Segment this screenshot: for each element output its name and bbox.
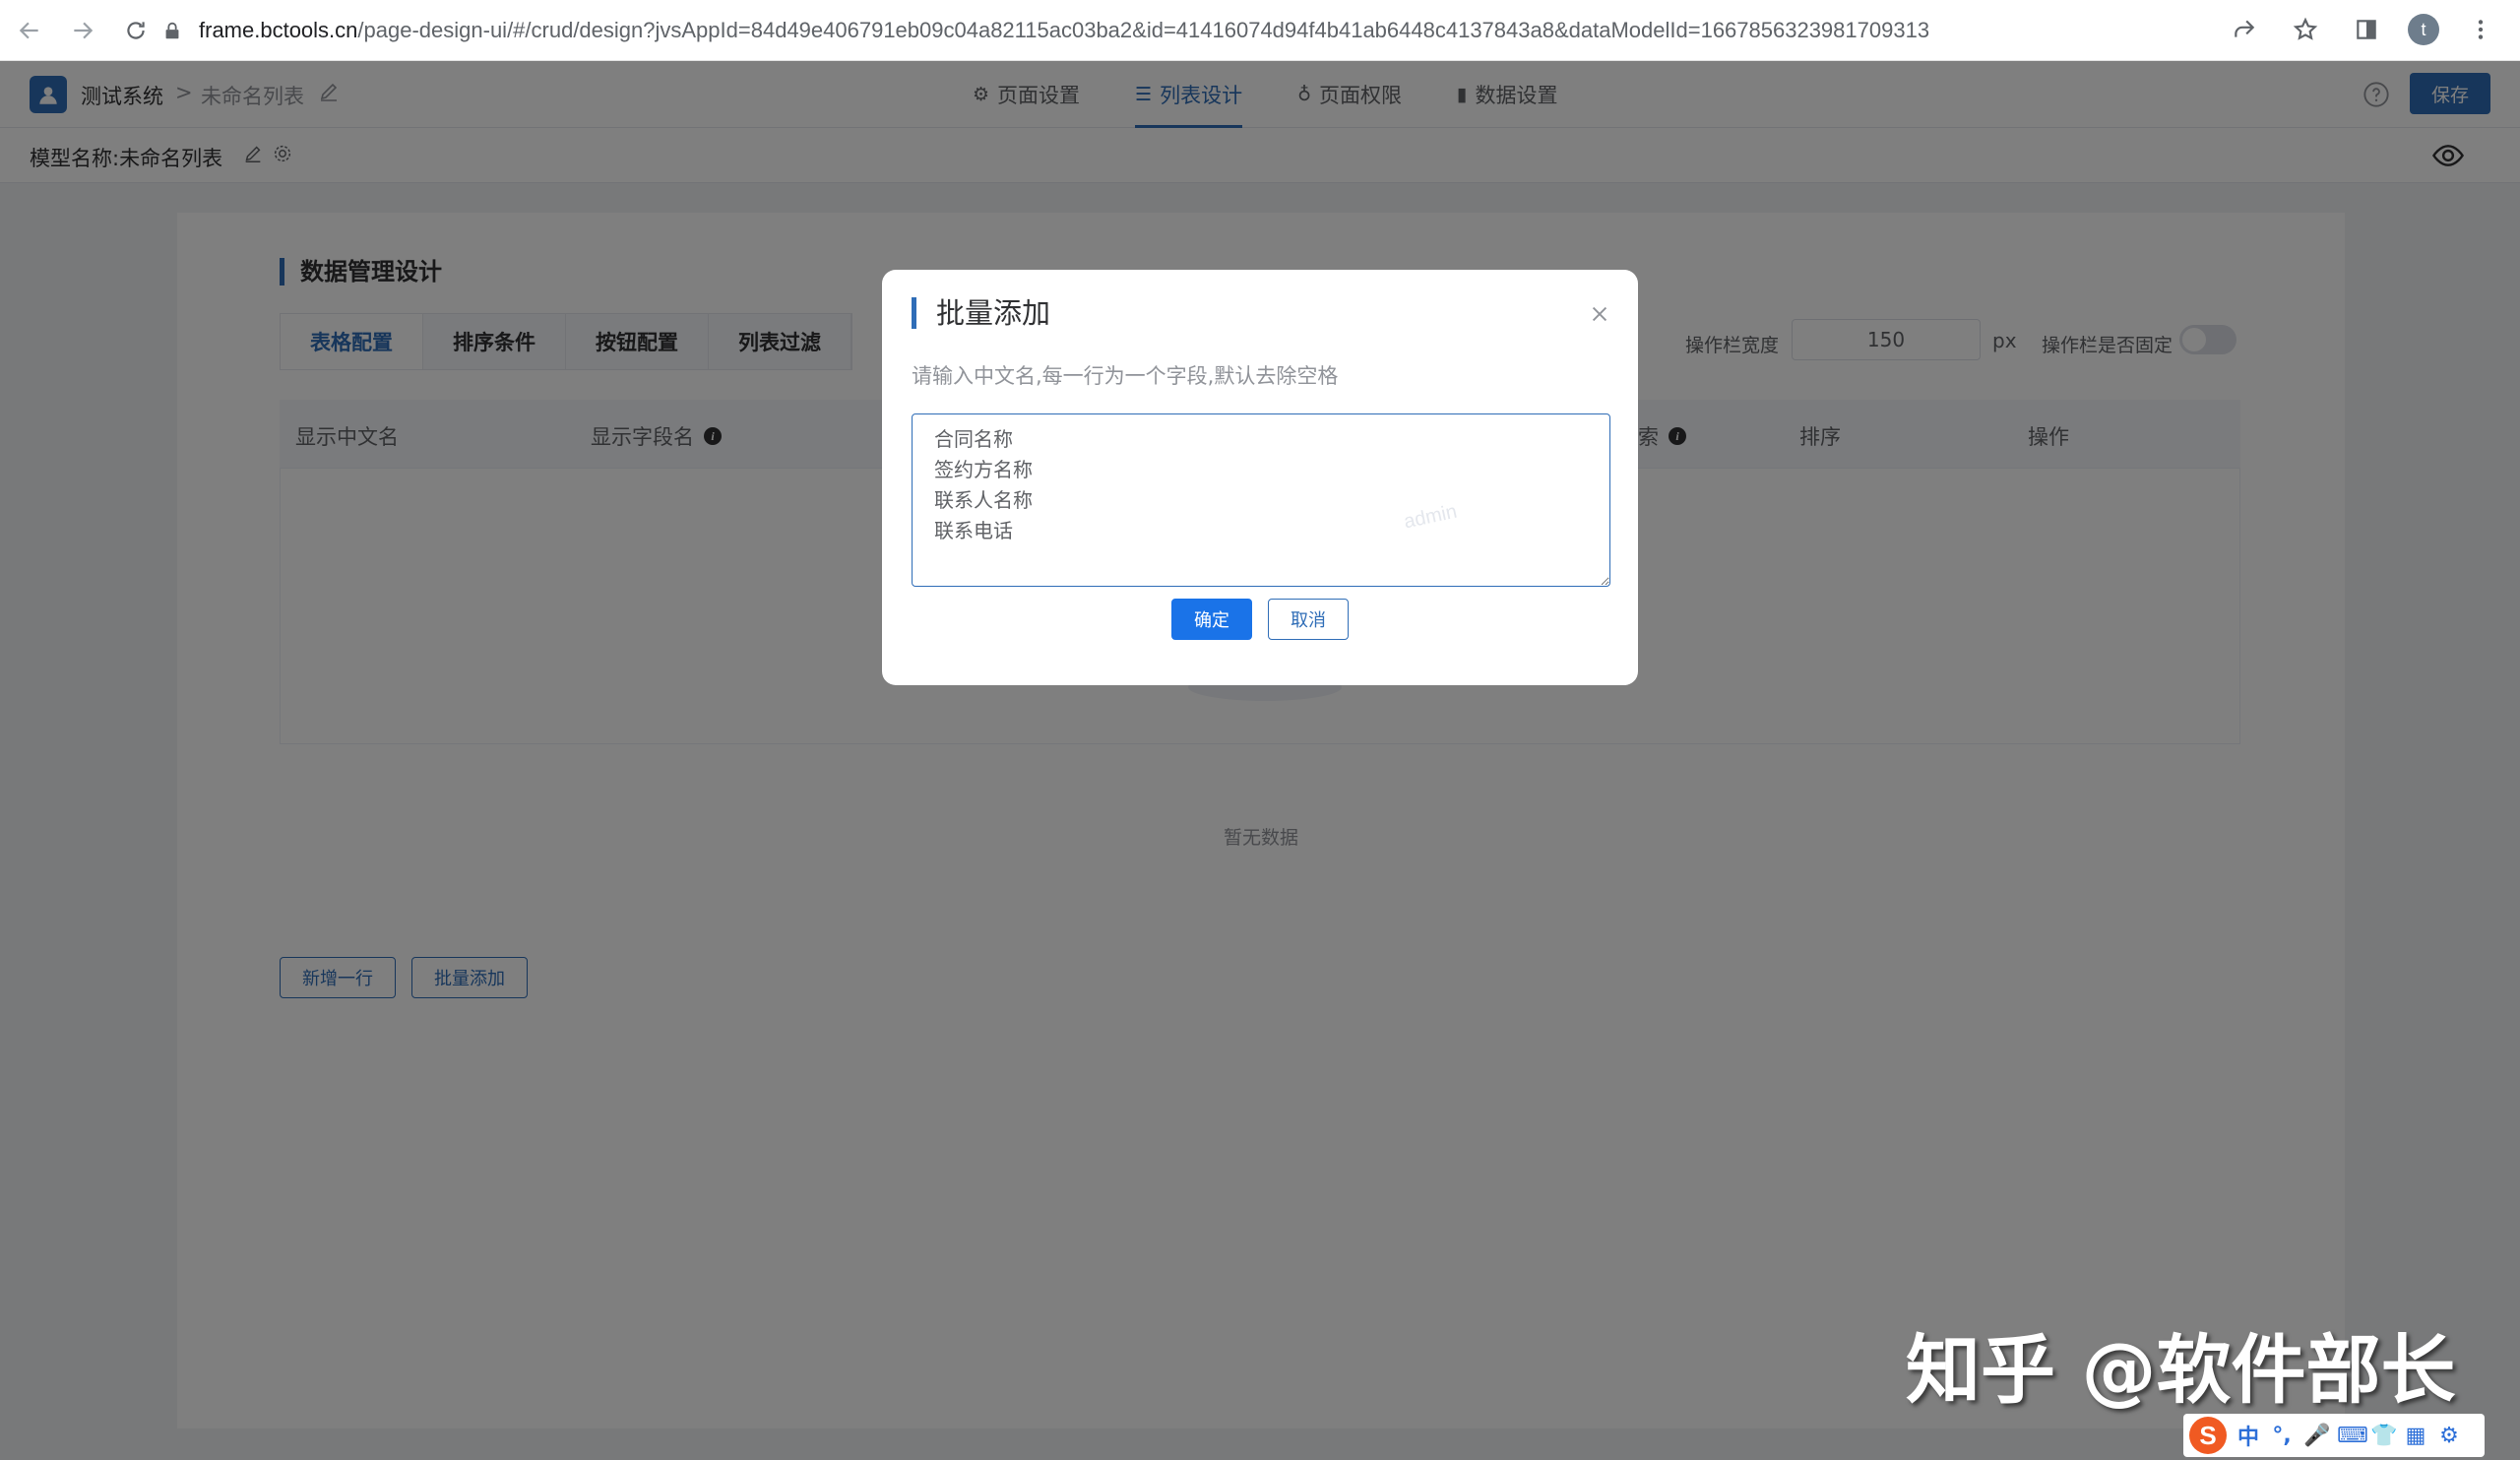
arrow-left-icon: [19, 22, 38, 38]
side-panel-button[interactable]: [2347, 10, 2386, 49]
bookmark-button[interactable]: [2286, 10, 2325, 49]
cancel-button[interactable]: 取消: [1268, 599, 1349, 640]
share-button[interactable]: [2225, 10, 2264, 49]
dialog-hint: 请输入中文名,每一行为一个字段,默认去除空格: [912, 364, 1339, 388]
side-panel-icon: [2357, 20, 2376, 39]
kebab-menu-icon: [2478, 20, 2484, 39]
browser-actions: t: [2225, 10, 2500, 49]
sogou-logo-icon[interactable]: S: [2189, 1417, 2227, 1454]
dialog-title: 批量添加: [912, 297, 1050, 329]
settings-icon[interactable]: ⚙: [2437, 1424, 2461, 1448]
star-icon: [2293, 17, 2318, 40]
reload-button[interactable]: [112, 7, 159, 54]
keyboard-icon[interactable]: ⌨: [2337, 1424, 2368, 1448]
ime-chinese-mode[interactable]: 中: [2236, 1420, 2260, 1451]
ime-punctuation-icon[interactable]: °,: [2270, 1424, 2294, 1448]
toolbox-icon[interactable]: ▦: [2404, 1424, 2427, 1448]
lock-icon: [165, 22, 179, 39]
batch-add-dialog: 批量添加 请输入中文名,每一行为一个字段,默认去除空格 admin 确定 取消: [882, 270, 1638, 685]
share-icon: [2235, 20, 2255, 37]
url-path: /page-design-ui/#/crud/design?jvsAppId=8…: [357, 18, 1930, 42]
zhihu-watermark: 知乎 @软件部长: [1906, 1326, 2456, 1414]
browser-toolbar: frame.bctools.cn/page-design-ui/#/crud/d…: [0, 0, 2520, 61]
skin-icon[interactable]: 👕: [2370, 1424, 2397, 1448]
forward-button[interactable]: [59, 7, 106, 54]
back-button[interactable]: [6, 7, 53, 54]
arrow-right-icon: [74, 22, 94, 38]
reload-icon: [127, 21, 145, 39]
url-text: frame.bctools.cn/page-design-ui/#/crud/d…: [199, 18, 1929, 43]
browser-menu-button[interactable]: [2461, 10, 2500, 49]
close-icon[interactable]: [1589, 303, 1610, 325]
url-host: frame.bctools.cn: [199, 18, 358, 42]
field-names-textarea[interactable]: [912, 413, 1610, 587]
microphone-icon[interactable]: 🎤: [2303, 1424, 2330, 1448]
confirm-button[interactable]: 确定: [1171, 599, 1252, 640]
profile-avatar[interactable]: t: [2408, 14, 2439, 45]
address-bar[interactable]: frame.bctools.cn/page-design-ui/#/crud/d…: [161, 9, 2461, 52]
ime-toolbar: S 中 °, 🎤 ⌨ 👕 ▦ ⚙: [2183, 1414, 2485, 1457]
